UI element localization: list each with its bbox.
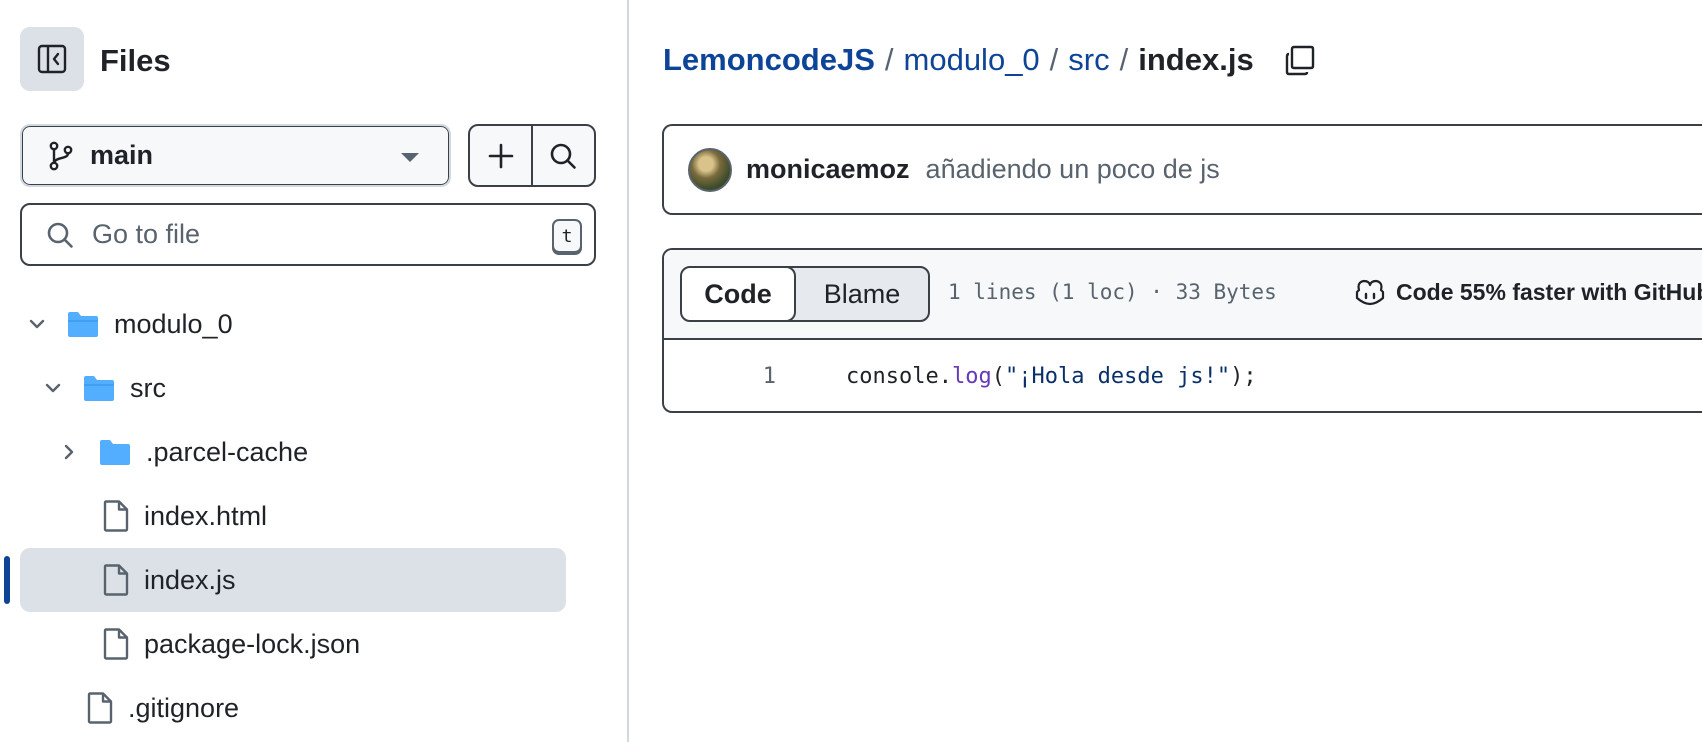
go-to-file-input[interactable]: Go to file t (20, 203, 596, 266)
file-icon (102, 628, 130, 660)
branch-selector-button[interactable]: main (20, 124, 451, 187)
sidebar-title: Files (100, 43, 171, 78)
tree-item-package-lock-json[interactable]: package-lock.json (20, 612, 560, 676)
selected-indicator (4, 556, 10, 604)
tree-item-label: .gitignore (128, 692, 240, 723)
file-viewer: Code Blame 1 lines (1 loc) · 33 Bytes Co… (662, 248, 1702, 413)
copilot-promo[interactable]: Code 55% faster with GitHub Copilot (1354, 278, 1702, 306)
sidebar-collapse-icon (37, 44, 67, 74)
tree-item-label: src (130, 372, 166, 403)
copy-path-button[interactable] (1282, 42, 1318, 78)
breadcrumb-separator: / (1049, 42, 1059, 77)
add-file-button[interactable] (470, 126, 531, 185)
tree-item-label: package-lock.json (144, 628, 361, 659)
file-actions-group (468, 124, 596, 187)
tree-item-src[interactable]: src (20, 356, 560, 420)
chevron-down-icon (44, 379, 62, 397)
tree-item-label: .parcel-cache (146, 436, 309, 467)
tree-item-gitignore[interactable]: .gitignore (20, 676, 560, 740)
file-icon (86, 692, 114, 724)
folder-icon (98, 437, 132, 467)
code-paren-close: ); (1230, 364, 1257, 389)
view-mode-toggle: Code Blame (680, 266, 930, 322)
chevron-right-icon (60, 443, 78, 461)
file-header: Code Blame 1 lines (1 loc) · 33 Bytes Co… (664, 250, 1702, 340)
file-stats: 1 lines (1 loc) · 33 Bytes (948, 280, 1277, 304)
collapse-sidebar-button[interactable] (20, 27, 84, 91)
folder-open-icon (82, 373, 116, 403)
plus-icon (488, 143, 513, 168)
breadcrumb-repo-link[interactable]: LemoncodeJS (663, 40, 875, 80)
code-string: "¡Hola desde js!" (1004, 364, 1231, 389)
tree-item-index-html[interactable]: index.html (20, 484, 560, 548)
tree-item-modulo-0[interactable]: modulo_0 (20, 292, 560, 356)
search-icon (46, 221, 74, 249)
code-line: 1 console.log("¡Hola desde js!"); (664, 340, 1702, 411)
breadcrumb: LemoncodeJS / modulo_0 / src / index.js (663, 40, 1318, 80)
breadcrumb-folder-link[interactable]: modulo_0 (904, 40, 1040, 80)
copy-icon (1285, 45, 1314, 76)
search-icon (551, 143, 577, 169)
git-branch-icon (48, 141, 74, 171)
commit-message[interactable]: añadiendo un poco de js (926, 154, 1220, 185)
file-tree-sidebar: Files main Go to file t modulo_0 src .pa… (0, 0, 628, 742)
code-object: console. (846, 364, 952, 389)
copilot-icon (1355, 279, 1385, 306)
tree-item-label: index.js (144, 564, 236, 595)
tree-item-label: index.html (144, 500, 268, 531)
folder-open-icon (66, 309, 100, 339)
tree-item-label: modulo_0 (114, 308, 233, 339)
keyboard-shortcut-hint: t (552, 219, 582, 253)
code-function: log (951, 364, 992, 389)
code-content: console.log("¡Hola desde js!"); (846, 364, 1257, 389)
commit-author[interactable]: monicaemoz (746, 154, 910, 185)
go-to-file-placeholder: Go to file (92, 219, 201, 249)
file-icon (102, 500, 130, 532)
chevron-down-icon (401, 153, 419, 162)
avatar[interactable] (688, 147, 732, 192)
tree-item-index-js[interactable]: index.js (20, 548, 566, 612)
tree-item-parcel-cache[interactable]: .parcel-cache (20, 420, 560, 484)
branch-name: main (90, 140, 154, 170)
breadcrumb-separator: / (1119, 42, 1129, 77)
tab-code[interactable]: Code (682, 268, 796, 320)
sidebar-divider[interactable] (627, 0, 629, 742)
tab-blame[interactable]: Blame (796, 268, 928, 320)
breadcrumb-current-file: index.js (1138, 42, 1254, 77)
latest-commit-box: monicaemoz añadiendo un poco de js (662, 124, 1702, 215)
file-icon (102, 564, 130, 596)
breadcrumb-separator: / (884, 42, 894, 77)
line-number[interactable]: 1 (664, 364, 776, 389)
chevron-down-icon (28, 315, 46, 333)
copilot-promo-text: Code 55% faster with GitHub Copilot (1396, 278, 1702, 305)
code-paren-open: ( (991, 364, 1005, 389)
search-code-button[interactable] (533, 126, 594, 185)
breadcrumb-folder-link[interactable]: src (1068, 40, 1109, 80)
